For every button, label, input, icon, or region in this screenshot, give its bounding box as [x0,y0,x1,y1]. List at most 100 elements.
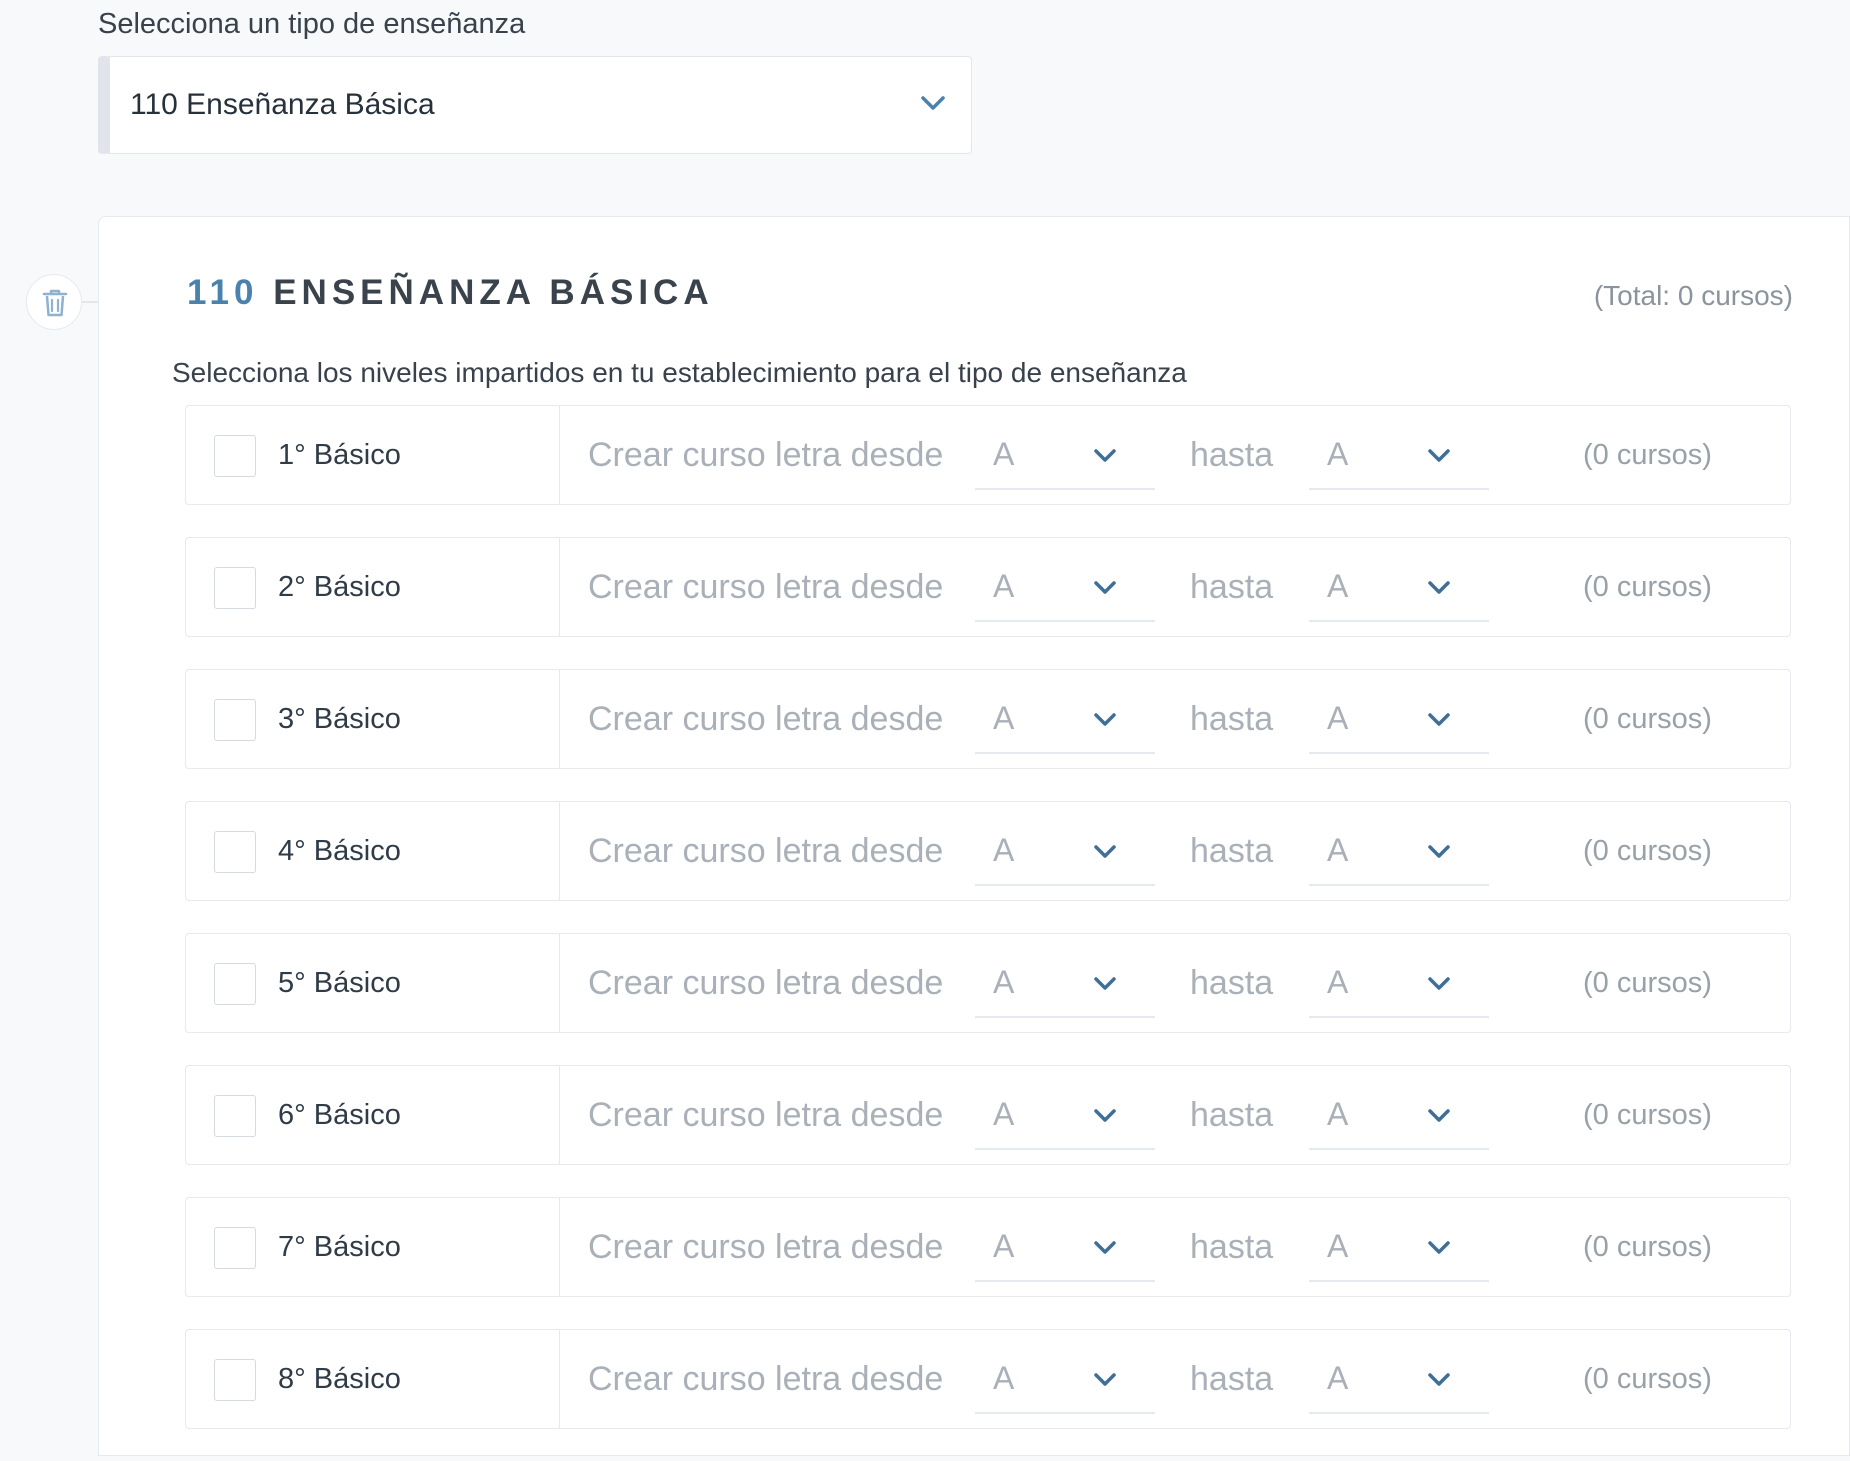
until-label: hasta [1190,832,1274,870]
until-label: hasta [1190,700,1274,738]
row-divider [559,1330,560,1428]
level-checkbox[interactable] [214,963,256,1005]
level-name: 7° Básico [278,1231,401,1263]
level-course-count: (0 cursos) [1583,1231,1712,1263]
row-divider [559,1198,560,1296]
letter-from-select[interactable]: A [975,948,1155,1018]
level-course-count: (0 cursos) [1583,835,1712,867]
letter-from-select[interactable]: A [975,1344,1155,1414]
letter-from-select[interactable]: A [975,552,1155,622]
row-divider [559,406,560,504]
letter-to-value: A [1327,1228,1349,1264]
row-divider [559,802,560,900]
level-course-count: (0 cursos) [1583,1099,1712,1131]
chevron-down-icon [1428,845,1450,858]
row-divider [559,934,560,1032]
chevron-down-icon [1428,449,1450,462]
panel-title: 110 ENSEÑANZA BÁSICA [187,273,714,313]
row-divider [559,538,560,636]
chevron-down-icon [921,96,945,110]
teaching-type-select[interactable]: 110 Enseñanza Básica [98,56,972,154]
level-list: 1° Básico Crear curso letra desde A hast… [185,405,1791,1461]
panel-description: Selecciona los niveles impartidos en tu … [172,357,1187,388]
chevron-down-icon [1428,1241,1450,1254]
level-row: 6° Básico Crear curso letra desde A hast… [185,1065,1791,1165]
letter-from-select[interactable]: A [975,420,1155,490]
level-checkbox[interactable] [214,435,256,477]
create-course-label: Crear curso letra desde [588,1228,944,1266]
letter-to-value: A [1327,436,1349,472]
level-row: 5° Básico Crear curso letra desde A hast… [185,933,1791,1033]
chevron-down-icon [1428,581,1450,594]
letter-to-select[interactable]: A [1309,420,1489,490]
level-course-count: (0 cursos) [1583,571,1712,603]
trash-icon [42,289,68,317]
level-checkbox[interactable] [214,699,256,741]
teaching-type-panel: 110 ENSEÑANZA BÁSICA (Total: 0 cursos) S… [98,216,1850,1456]
level-checkbox[interactable] [214,831,256,873]
letter-from-value: A [993,964,1015,1000]
level-name: 2° Básico [278,571,401,603]
select-label: Selecciona un tipo de enseñanza [98,8,526,40]
chevron-down-icon [1094,1373,1116,1386]
level-checkbox[interactable] [214,567,256,609]
panel-total: (Total: 0 cursos) [1593,280,1793,311]
create-course-label: Crear curso letra desde [588,832,944,870]
letter-from-value: A [993,1360,1015,1396]
letter-to-select[interactable]: A [1309,684,1489,754]
letter-to-select[interactable]: A [1309,948,1489,1018]
level-name: 1° Básico [278,439,401,471]
letter-from-value: A [993,1096,1015,1132]
until-label: hasta [1190,436,1274,474]
letter-to-value: A [1327,1360,1349,1396]
chevron-down-icon [1428,713,1450,726]
chevron-down-icon [1094,581,1116,594]
chevron-down-icon [1094,1109,1116,1122]
level-row: 8° Básico Crear curso letra desde A hast… [185,1329,1791,1429]
until-label: hasta [1190,568,1274,606]
row-divider [559,1066,560,1164]
letter-to-value: A [1327,832,1349,868]
chevron-down-icon [1428,977,1450,990]
chevron-down-icon [1428,1373,1450,1386]
create-course-label: Crear curso letra desde [588,436,944,474]
level-course-count: (0 cursos) [1583,1363,1712,1395]
letter-to-value: A [1327,1096,1349,1132]
letter-from-select[interactable]: A [975,684,1155,754]
create-course-label: Crear curso letra desde [588,964,944,1002]
level-checkbox[interactable] [214,1227,256,1269]
letter-to-select[interactable]: A [1309,1344,1489,1414]
level-checkbox[interactable] [214,1095,256,1137]
level-row: 2° Básico Crear curso letra desde A hast… [185,537,1791,637]
letter-from-select[interactable]: A [975,1080,1155,1150]
level-checkbox[interactable] [214,1359,256,1401]
level-name: 3° Básico [278,703,401,735]
level-row: 4° Básico Crear curso letra desde A hast… [185,801,1791,901]
letter-from-select[interactable]: A [975,816,1155,886]
letter-to-select[interactable]: A [1309,1212,1489,1282]
delete-button[interactable] [26,274,82,330]
level-name: 6° Básico [278,1099,401,1131]
letter-from-value: A [993,1228,1015,1264]
level-course-count: (0 cursos) [1583,439,1712,471]
chevron-down-icon [1094,713,1116,726]
chevron-down-icon [1094,1241,1116,1254]
level-course-count: (0 cursos) [1583,703,1712,735]
letter-from-select[interactable]: A [975,1212,1155,1282]
until-label: hasta [1190,1228,1274,1266]
letter-from-value: A [993,436,1015,472]
letter-to-select[interactable]: A [1309,816,1489,886]
level-name: 8° Básico [278,1363,401,1395]
letter-from-value: A [993,568,1015,604]
level-name: 4° Básico [278,835,401,867]
chevron-down-icon [1428,1109,1450,1122]
letter-to-select[interactable]: A [1309,552,1489,622]
level-course-count: (0 cursos) [1583,967,1712,999]
letter-to-select[interactable]: A [1309,1080,1489,1150]
create-course-label: Crear curso letra desde [588,1096,944,1134]
create-course-label: Crear curso letra desde [588,568,944,606]
level-row: 3° Básico Crear curso letra desde A hast… [185,669,1791,769]
panel-name: ENSEÑANZA BÁSICA [273,273,714,312]
row-divider [559,670,560,768]
create-course-label: Crear curso letra desde [588,1360,944,1398]
